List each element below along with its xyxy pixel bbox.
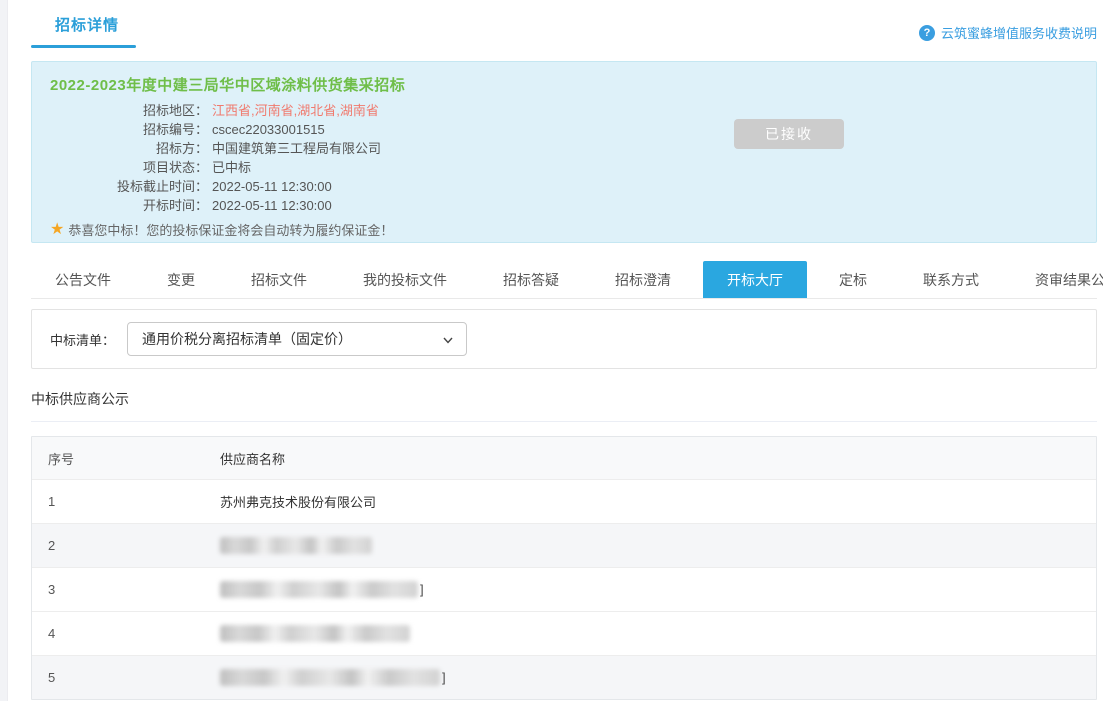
tab-qualification-result[interactable]: 资审结果公示 — [1011, 261, 1103, 298]
field-row-region: 招标地区： 江西省,河南省,湖北省,湖南省 — [50, 101, 1078, 120]
field-label: 招标编号： — [50, 120, 208, 139]
field-row-bid-deadline: 投标截止时间： 2022-05-11 12:30:00 — [50, 177, 1078, 196]
tab-changes[interactable]: 变更 — [143, 261, 219, 298]
tender-title: 2022-2023年度中建三局华中区域涂料供货集采招标 — [50, 74, 1078, 95]
field-row-opening-time: 开标时间： 2022-05-11 12:30:00 — [50, 196, 1078, 215]
tab-opening-hall[interactable]: 开标大厅 — [703, 261, 807, 298]
section-divider — [31, 421, 1097, 422]
redacted-text-block — [220, 537, 372, 554]
winning-list-select[interactable]: 通用价税分离招标清单（固定价） — [127, 322, 467, 356]
congrats-message-row: ★ 恭喜您中标！您的投标保证金将会自动转为履约保证金！ — [50, 220, 1078, 239]
field-value-status: 已中标 — [212, 158, 251, 177]
column-header-index: 序号 — [32, 449, 220, 468]
field-value-region: 江西省,河南省,湖北省,湖南省 — [212, 101, 379, 120]
help-link-label: 云筑蜜蜂增值服务收费说明 — [941, 23, 1097, 42]
tender-detail-page: 招标详情 ? 云筑蜜蜂增值服务收费说明 2022-2023年度中建三局华中区域涂… — [31, 0, 1097, 700]
tender-fields: 招标地区： 江西省,河南省,湖北省,湖南省 招标编号： cscec2203300… — [50, 101, 1078, 215]
value-added-service-help-link[interactable]: ? 云筑蜜蜂增值服务收费说明 — [919, 23, 1097, 42]
winning-list-selected-value: 通用价税分离招标清单（固定价） — [142, 331, 352, 347]
detail-tab-bar: 公告文件 变更 招标文件 我的投标文件 招标答疑 招标澄清 开标大厅 定标 联系… — [31, 261, 1097, 299]
row-index: 1 — [32, 494, 220, 509]
supplier-name-redacted — [220, 625, 1096, 642]
page-title-underline — [31, 45, 136, 48]
column-header-supplier-name: 供应商名称 — [220, 449, 1096, 468]
supplier-name-redacted — [220, 537, 1096, 554]
winning-suppliers-table: 序号 供应商名称 1 苏州弗克技术股份有限公司 2 3 ] 4 5 ] — [31, 436, 1097, 700]
star-icon: ★ — [50, 222, 64, 238]
winning-list-panel: 中标清单： 通用价税分离招标清单（固定价） — [31, 309, 1097, 369]
table-row: 2 — [32, 523, 1096, 567]
field-row-status: 项目状态： 已中标 — [50, 158, 1078, 177]
tab-my-bid-files[interactable]: 我的投标文件 — [339, 261, 471, 298]
supplier-name-redacted: ] — [220, 581, 1096, 598]
question-circle-icon: ? — [919, 25, 935, 41]
supplier-name: 苏州弗克技术股份有限公司 — [220, 492, 1096, 511]
chevron-down-icon — [442, 334, 454, 346]
field-row-tender-no: 招标编号： cscec22033001515 — [50, 120, 1078, 139]
tab-tender-files[interactable]: 招标文件 — [227, 261, 331, 298]
field-label: 投标截止时间： — [50, 177, 208, 196]
field-label: 招标地区： — [50, 101, 208, 120]
field-label: 开标时间： — [50, 196, 208, 215]
tab-tender-qa[interactable]: 招标答疑 — [479, 261, 583, 298]
table-row: 4 — [32, 611, 1096, 655]
redacted-text-block — [220, 625, 410, 642]
tender-summary-box: 2022-2023年度中建三局华中区域涂料供货集采招标 招标地区： 江西省,河南… — [31, 61, 1097, 243]
field-label: 项目状态： — [50, 158, 208, 177]
field-row-tenderer: 招标方： 中国建筑第三工程局有限公司 — [50, 139, 1078, 158]
table-row: 5 ] — [32, 655, 1096, 699]
page-title-block: 招标详情 — [31, 14, 136, 48]
field-value-bid-deadline: 2022-05-11 12:30:00 — [212, 177, 332, 196]
redacted-text-block — [220, 669, 440, 686]
accepted-button[interactable]: 已接收 — [734, 119, 844, 149]
supplier-name-redacted: ] — [220, 669, 1096, 686]
row-index: 2 — [32, 538, 220, 553]
page-header: 招标详情 ? 云筑蜜蜂增值服务收费说明 — [31, 0, 1097, 48]
tab-announcement-files[interactable]: 公告文件 — [31, 261, 135, 298]
tab-tender-clarification[interactable]: 招标澄清 — [591, 261, 695, 298]
redacted-suffix: ] — [442, 670, 446, 685]
left-rail — [0, 0, 8, 701]
table-row: 1 苏州弗克技术股份有限公司 — [32, 479, 1096, 523]
winning-suppliers-section-title: 中标供应商公示 — [31, 389, 1097, 409]
congrats-message: 恭喜您中标！您的投标保证金将会自动转为履约保证金！ — [68, 220, 393, 239]
winning-list-label: 中标清单： — [50, 330, 115, 349]
row-index: 5 — [32, 670, 220, 685]
redacted-text-block — [220, 581, 418, 598]
page-title: 招标详情 — [31, 14, 136, 35]
tab-award[interactable]: 定标 — [815, 261, 891, 298]
table-row: 3 ] — [32, 567, 1096, 611]
row-index: 4 — [32, 626, 220, 641]
field-value-tender-no: cscec22033001515 — [212, 120, 325, 139]
redacted-suffix: ] — [420, 582, 424, 597]
table-header-row: 序号 供应商名称 — [32, 437, 1096, 479]
tab-contact[interactable]: 联系方式 — [899, 261, 1003, 298]
field-label: 招标方： — [50, 139, 208, 158]
field-value-tenderer: 中国建筑第三工程局有限公司 — [212, 139, 381, 158]
row-index: 3 — [32, 582, 220, 597]
field-value-opening-time: 2022-05-11 12:30:00 — [212, 196, 332, 215]
